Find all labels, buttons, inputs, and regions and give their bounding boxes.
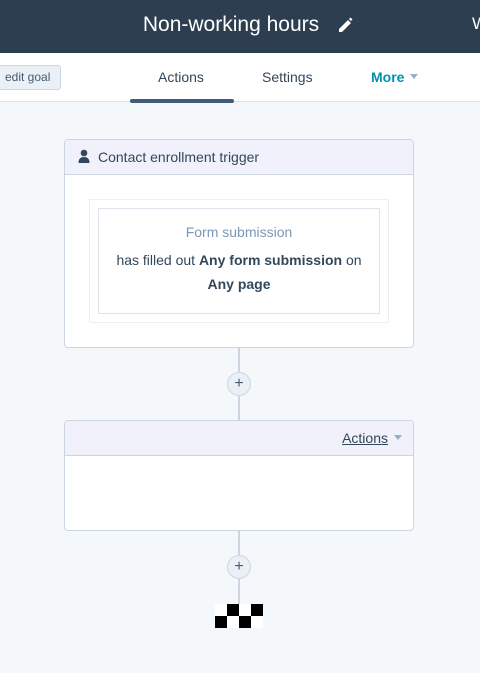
- tab-more-label: More: [371, 69, 405, 85]
- active-tab-indicator: [130, 99, 234, 103]
- filter-description: has filled out Any form submission on: [99, 252, 379, 268]
- tab-more[interactable]: More: [371, 69, 419, 85]
- trigger-card-header: Contact enrollment trigger: [65, 140, 413, 175]
- top-nav-bar: Non-working hours W: [0, 0, 480, 53]
- caret-down-icon: [410, 74, 419, 79]
- trigger-filter-group: Form submission has filled out Any form …: [89, 199, 389, 323]
- tab-actions[interactable]: Actions: [158, 69, 204, 85]
- edit-goal-button[interactable]: edit goal: [0, 65, 62, 90]
- actions-dropdown[interactable]: Actions: [342, 430, 402, 446]
- trigger-card-title: Contact enrollment trigger: [98, 149, 260, 165]
- filter-conjunction: on: [345, 252, 362, 268]
- workflow-title: Non-working hours: [142, 13, 320, 36]
- trigger-filter[interactable]: Form submission has filled out Any form …: [98, 208, 380, 314]
- connector-line: [238, 579, 240, 604]
- add-action-button[interactable]: +: [227, 555, 251, 579]
- connector-line: [238, 531, 240, 555]
- actions-dropdown-label: Actions: [342, 430, 388, 446]
- truncated-nav-text: W: [472, 14, 480, 34]
- enrollment-trigger-card[interactable]: Contact enrollment trigger Form submissi…: [64, 139, 414, 348]
- filter-prefix: has filled out: [116, 252, 196, 268]
- pencil-icon[interactable]: [337, 15, 353, 33]
- filter-type-label: Form submission: [185, 224, 293, 240]
- filter-page: Any page: [207, 276, 271, 292]
- connector-line: [238, 348, 240, 372]
- actions-card-header: Actions: [65, 421, 413, 456]
- tab-bar: edit goal Actions Settings More: [0, 53, 480, 103]
- filter-value: Any form submission: [198, 252, 343, 268]
- finish-flag-icon: [215, 604, 263, 628]
- person-icon: [78, 149, 90, 163]
- tab-settings[interactable]: Settings: [262, 69, 313, 85]
- caret-down-icon: [394, 435, 402, 440]
- actions-card[interactable]: Actions: [64, 420, 414, 531]
- connector-line: [238, 396, 240, 420]
- add-action-button[interactable]: +: [227, 372, 251, 396]
